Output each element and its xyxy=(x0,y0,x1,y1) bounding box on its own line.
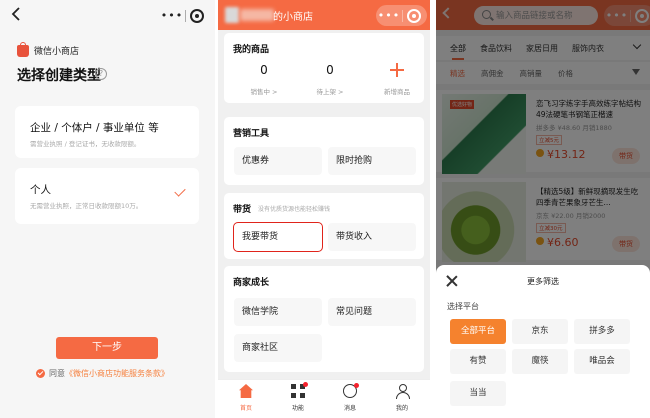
platform-vip[interactable]: 唯品会 xyxy=(574,349,630,374)
type-option-personal[interactable]: 个人 无需营业执照，正常日收款限额10万。 xyxy=(15,168,199,224)
nav-label: 消息 xyxy=(343,405,356,412)
agree-checkbox[interactable] xyxy=(36,369,45,378)
platform-dangdang[interactable]: 当当 xyxy=(450,381,506,406)
back-icon[interactable] xyxy=(9,6,23,22)
platform-mokuai[interactable]: 魔筷 xyxy=(512,349,568,374)
nav-features[interactable]: 功能 xyxy=(280,382,316,412)
promote-goods-screen: ••• 全部 食品饮料 家居日用 服饰内衣 精选 高佣金 高销量 价格 优选好物… xyxy=(436,0,650,418)
platform-label: 选择平台 xyxy=(447,302,479,311)
help-icon[interactable]: ? xyxy=(95,68,107,80)
type-desc: 无需营业执照，正常日收款限额10万。 xyxy=(30,202,143,210)
section-title: 我的商品 xyxy=(233,45,270,55)
platform-pdd[interactable]: 拼多多 xyxy=(574,319,630,344)
promote-section: 带货 没有优质货源也能轻松赚钱 我要带货 带货收入 xyxy=(224,193,424,259)
start-promoting-tile[interactable]: 我要带货 xyxy=(233,222,323,252)
terms-link[interactable]: 《微信小商店功能服务条款》 xyxy=(65,368,169,379)
type-option-enterprise[interactable]: 企业 / 个体户 / 事业单位 等 需营业执照 / 登记证书，无收款限额。 xyxy=(15,106,199,158)
flash-sale-tile[interactable]: 限时抢购 xyxy=(328,147,416,175)
top-bar: ••• xyxy=(0,0,215,30)
sheet-title: 更多筛选 xyxy=(527,277,559,286)
nav-label: 功能 xyxy=(291,405,304,412)
store-name: 的小商店 xyxy=(273,12,313,23)
stat-label: 待上架 > xyxy=(316,88,344,96)
more-icon[interactable]: ••• xyxy=(159,5,185,26)
marketing-tools-section: 营销工具 优惠券 限时抢购 xyxy=(224,117,424,185)
agree-prefix: 同意 xyxy=(49,369,65,378)
add-product-button[interactable]: 新增商品 xyxy=(377,63,417,96)
brand: 微信小商店 xyxy=(17,41,80,57)
platform-jd[interactable]: 京东 xyxy=(512,319,568,344)
nav-home[interactable]: 首页 xyxy=(228,384,264,412)
section-title: 带货 xyxy=(233,205,252,215)
faq-tile[interactable]: 常见问题 xyxy=(328,298,416,326)
type-title: 个人 xyxy=(30,184,51,196)
more-filters-sheet: 更多筛选 选择平台 全部平台 京东 拼多多 有赞 魔筷 唯品会 当当 xyxy=(436,265,650,418)
check-icon xyxy=(174,185,186,197)
shop-bag-icon xyxy=(17,41,29,57)
my-goods-section: 我的商品 0 销售中 > 0 待上架 > 新增商品 xyxy=(224,33,424,103)
message-icon xyxy=(343,383,359,398)
wechat-academy-tile[interactable]: 微信学院 xyxy=(234,298,322,326)
type-desc: 需营业执照 / 登记证书，无收款限额。 xyxy=(30,140,141,148)
page-title: 选择创建类型 xyxy=(17,68,101,84)
nav-label: 我的 xyxy=(395,405,408,412)
section-title: 商家成长 xyxy=(233,278,270,288)
miniprogram-capsule: ••• xyxy=(159,5,210,26)
plus-icon xyxy=(390,63,404,77)
section-subtitle: 没有优质货源也能轻松赚钱 xyxy=(258,206,331,213)
stat-label: 销售中 > xyxy=(250,88,278,96)
close-capsule-icon[interactable] xyxy=(190,8,204,23)
next-button[interactable]: 下一步 xyxy=(56,337,158,359)
user-icon xyxy=(395,384,410,399)
nav-label: 首页 xyxy=(239,405,252,412)
coupon-tile[interactable]: 优惠券 xyxy=(234,147,322,175)
close-capsule-icon[interactable] xyxy=(407,8,421,23)
home-icon xyxy=(239,384,253,398)
bottom-nav: 首页 功能 消息 我的 xyxy=(218,379,430,418)
more-icon[interactable]: ••• xyxy=(376,5,402,26)
platform-youzan[interactable]: 有赞 xyxy=(450,349,506,374)
stat-on-sale[interactable]: 0 销售中 > xyxy=(244,63,284,96)
grid-icon xyxy=(291,382,308,398)
brand-name: 微信小商店 xyxy=(34,47,80,57)
section-title: 营销工具 xyxy=(233,129,270,139)
store-header: 的小商店 ••• xyxy=(218,0,430,30)
platform-all[interactable]: 全部平台 xyxy=(450,319,506,344)
promote-income-tile[interactable]: 带货收入 xyxy=(328,223,416,251)
terms-agreement: 同意 《微信小商店功能服务条款》 xyxy=(36,368,169,379)
nav-messages[interactable]: 消息 xyxy=(332,383,368,412)
create-type-screen: ••• 微信小商店 选择创建类型 ? 企业 / 个体户 / 事业单位 等 需营业… xyxy=(0,0,215,418)
stat-label: 新增商品 xyxy=(384,88,410,96)
notification-dot xyxy=(354,383,359,388)
store-home-screen: 的小商店 ••• 我的商品 0 销售中 > 0 待上架 > 新增商品 营销工具 … xyxy=(218,0,430,418)
stat-value: 0 xyxy=(260,63,268,77)
redacted-store-name xyxy=(240,9,274,21)
miniprogram-capsule: ••• xyxy=(376,5,427,26)
notification-dot xyxy=(303,382,308,387)
merchant-growth-section: 商家成长 微信学院 常见问题 商家社区 xyxy=(224,266,424,372)
merchant-community-tile[interactable]: 商家社区 xyxy=(234,334,322,362)
stat-value: 0 xyxy=(326,63,334,77)
nav-mine[interactable]: 我的 xyxy=(384,384,420,412)
type-title: 企业 / 个体户 / 事业单位 等 xyxy=(30,122,159,134)
stat-pending[interactable]: 0 待上架 > xyxy=(310,63,350,96)
store-avatar xyxy=(225,7,239,23)
